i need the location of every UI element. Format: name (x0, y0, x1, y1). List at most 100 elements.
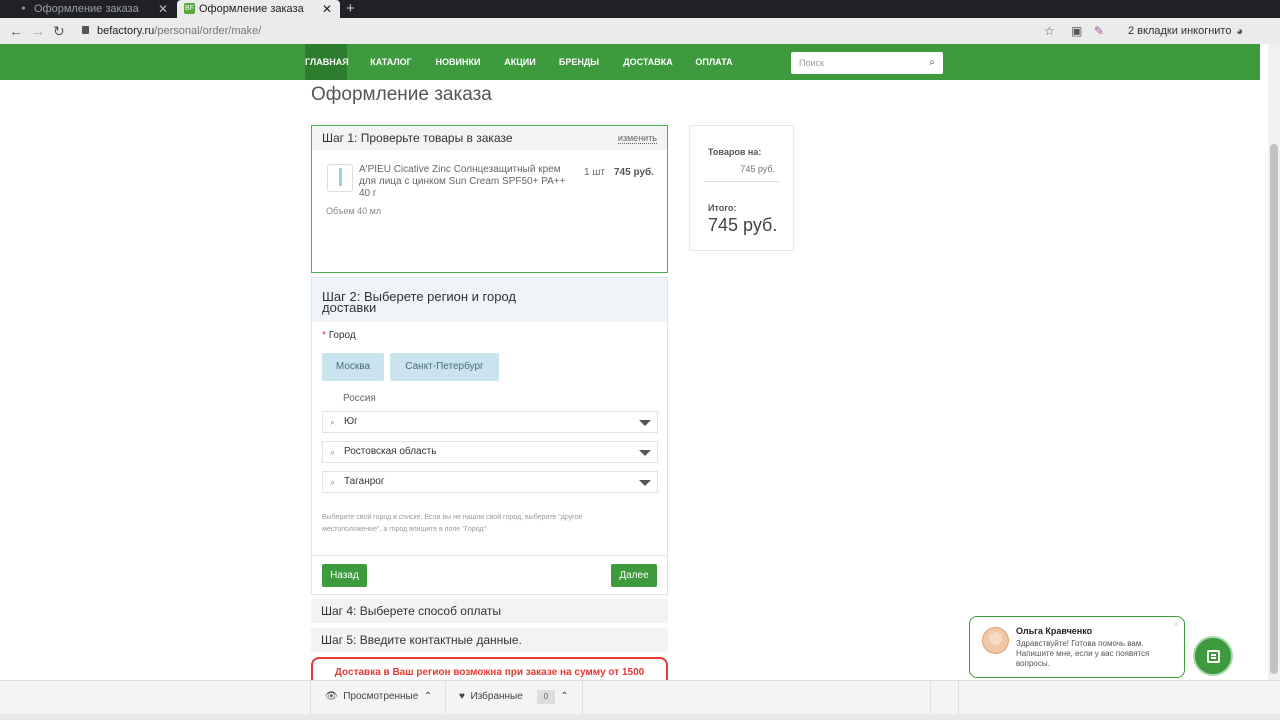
chat-open-button[interactable] (1193, 636, 1233, 676)
country-label: Россия (343, 393, 376, 404)
summary-divider (704, 181, 779, 182)
nav-item-new[interactable]: НОВИНКИ (430, 44, 486, 80)
search-icon: ⌕ (330, 417, 336, 427)
oblast-select-value: Ростовская область (344, 446, 437, 457)
city-select[interactable]: ⌕ Таганрог (322, 471, 658, 493)
chat-bubble[interactable]: Ольга Кравченко Здравствуйте! Готова пом… (969, 616, 1185, 678)
city-button-spb[interactable]: Санкт-Петербург (390, 353, 499, 381)
nav-item-brands[interactable]: БРЕНДЫ (555, 44, 603, 80)
step4-header[interactable]: Шаг 4: Выберете способ оплаты (311, 599, 668, 623)
bookmark-star-icon[interactable]: ☆ (1044, 22, 1055, 40)
search-placeholder: Поиск (799, 58, 824, 68)
close-icon[interactable]: × (1174, 619, 1179, 629)
step1-panel: Шаг 1: Проверьте товары в заказе изменит… (311, 125, 668, 273)
window-bottom-edge (0, 714, 1280, 720)
change-link[interactable]: изменить (617, 133, 657, 144)
divider (582, 681, 583, 715)
address-bar: ← → ↻ befactory.ru/personal/order/make/ … (0, 18, 1280, 44)
chevron-down-icon[interactable] (639, 450, 651, 456)
order-summary: Товаров на: 745 руб. Итого: 745 руб. (689, 125, 794, 251)
tab-favicon: ● (21, 5, 26, 12)
page-title: Оформление заказа (311, 84, 492, 105)
chat-operator-name: Ольга Кравченко (1016, 626, 1093, 636)
product-qty: 1 шт (584, 167, 605, 178)
items-total-label: Товаров на: (708, 147, 762, 157)
browser-tab-2[interactable]: BF Оформление заказа ✕ (177, 0, 340, 18)
product-name[interactable]: A'PIEU Cicative Zinc Солнцезащитный крем… (359, 164, 577, 200)
chevron-down-icon[interactable] (639, 480, 651, 486)
items-total-value: 745 руб. (740, 164, 775, 174)
viewed-label: Просмотренные (343, 691, 419, 702)
step2-title: Шаг 2: Выберете регион и город доставки (312, 278, 667, 322)
grand-total-label: Итого: (708, 203, 737, 213)
chat-icon (1207, 650, 1220, 663)
city-button-moscow[interactable]: Москва (322, 353, 384, 381)
required-asterisk: * (322, 330, 326, 341)
extension-icon[interactable]: ▣ (1071, 22, 1082, 40)
forward-icon[interactable]: → (31, 22, 45, 40)
url-path: /personal/order/make/ (154, 25, 262, 37)
tab-title: Оформление заказа (34, 3, 139, 15)
page-scrollbar[interactable] (1268, 44, 1280, 680)
favorites-label: Избранные (470, 691, 523, 702)
product-volume: Объем 40 мл (326, 206, 382, 216)
reload-icon[interactable]: ↻ (53, 22, 65, 40)
lock-icon (82, 26, 89, 34)
step5-header[interactable]: Шаг 5: Введите контактные данные. (311, 628, 668, 652)
nav-item-payment[interactable]: ОПЛАТА (692, 44, 736, 80)
next-button[interactable]: Далее (611, 564, 657, 587)
region-select[interactable]: ⌕ Юг (322, 411, 658, 433)
nav-item-sales[interactable]: АКЦИИ (500, 44, 540, 80)
search-input[interactable]: Поиск ⌕ (791, 52, 943, 74)
chat-message: Здравствуйте! Готова помочь вам. Напишит… (1016, 639, 1150, 668)
extension-pen-icon[interactable]: ✎ (1094, 22, 1104, 40)
new-tab-icon[interactable]: + (346, 0, 355, 17)
heart-icon: ♥ (459, 691, 465, 702)
tab-close-icon[interactable]: ✕ (158, 0, 168, 18)
chevron-up-icon: ⌃ (423, 691, 433, 702)
viewed-toggle[interactable]: 👁 Просмотренные ⌃ (325, 681, 432, 715)
tab-title: Оформление заказа (199, 3, 304, 15)
divider (958, 681, 959, 715)
step2-divider (312, 555, 667, 556)
search-icon: ⌕ (330, 477, 336, 487)
step2-panel: Шаг 2: Выберете регион и город доставки … (311, 277, 668, 595)
site-navigation: ГЛАВНАЯ КАТАЛОГ НОВИНКИ АКЦИИ БРЕНДЫ ДОС… (0, 44, 1260, 80)
product-thumbnail[interactable] (327, 164, 353, 192)
chevron-up-icon: ⌃ (560, 691, 569, 702)
search-icon[interactable]: ⌕ (929, 52, 935, 74)
grand-total-value: 745 руб. (708, 215, 778, 235)
tab-favicon: BF (184, 3, 195, 14)
nav-item-catalog[interactable]: КАТАЛОГ (365, 44, 417, 80)
divider (930, 681, 931, 715)
avatar (982, 627, 1009, 654)
incognito-icon[interactable]: ◕ (1236, 22, 1243, 40)
divider (445, 681, 446, 715)
url-domain: befactory.ru (97, 25, 155, 37)
oblast-select[interactable]: ⌕ Ростовская область (322, 441, 658, 463)
nav-item-home[interactable]: ГЛАВНАЯ (305, 44, 349, 80)
scrollbar-thumb[interactable] (1270, 144, 1278, 674)
browser-tab-1[interactable]: ● Оформление заказа ✕ (0, 0, 176, 18)
nav-item-delivery[interactable]: ДОСТАВКА (620, 44, 676, 80)
eye-icon: 👁 (325, 691, 338, 702)
bottom-panel: 👁 Просмотренные ⌃ ♥ Избранные 0 ⌃ (0, 680, 1280, 715)
city-hint: Выберите свой город в списке. Если вы не… (322, 514, 583, 533)
city-label: * Город (322, 330, 356, 341)
incognito-label: 2 вкладки инкогнито (1128, 25, 1232, 37)
url-field[interactable]: befactory.ru/personal/order/make/ (82, 22, 261, 40)
search-icon: ⌕ (330, 447, 336, 457)
favorites-count: 0 (536, 690, 555, 704)
divider (310, 681, 311, 715)
step1-title: Шаг 1: Проверьте товары в заказе (312, 126, 667, 150)
back-icon[interactable]: ← (9, 22, 23, 40)
browser-tab-bar: ● Оформление заказа ✕ BF Оформление зака… (0, 0, 1280, 18)
chevron-down-icon[interactable] (639, 420, 651, 426)
favorites-toggle[interactable]: ♥ Избранные 0 ⌃ (459, 681, 569, 715)
city-select-value: Таганрог (344, 476, 385, 487)
city-label-text: Город (328, 330, 356, 341)
back-button[interactable]: Назад (322, 564, 367, 587)
tab-close-icon[interactable]: ✕ (322, 0, 332, 18)
region-select-value: Юг (344, 416, 358, 427)
product-price: 745 руб. (614, 167, 654, 178)
